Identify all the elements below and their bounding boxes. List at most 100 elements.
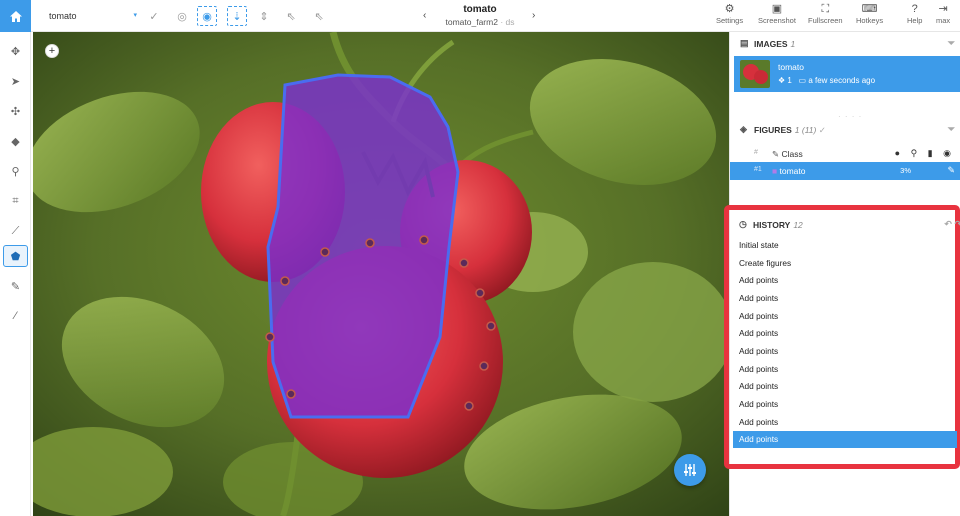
edit-icon[interactable]: ✎ xyxy=(947,165,955,176)
history-item[interactable]: Add points xyxy=(733,308,957,325)
checkmark-icon[interactable]: ✓ xyxy=(144,6,164,26)
help-button[interactable]: ? Help xyxy=(907,3,922,25)
fullscreen-button[interactable]: ⛶ Fullscreen xyxy=(808,3,843,25)
screenshot-button[interactable]: ▣ Screenshot xyxy=(758,3,796,25)
history-icon: ◷ xyxy=(739,219,747,229)
smart-tool-button[interactable]: ⁄ xyxy=(3,305,28,327)
history-item[interactable]: Create figures xyxy=(733,255,957,272)
calendar-icon: ▭ xyxy=(798,76,807,85)
polygon-class-icon: ■ xyxy=(772,166,778,176)
zoom-in-button[interactable]: + xyxy=(45,44,59,58)
images-count: 1 xyxy=(790,39,796,49)
logout-icon: ⇥ xyxy=(938,3,948,15)
history-count: 12 xyxy=(793,220,803,230)
history-item[interactable]: Add points xyxy=(733,414,957,431)
tomato-row-prefix: #1 xyxy=(754,166,762,173)
brush-tool-button[interactable]: ✎ xyxy=(3,275,28,297)
filter-icon[interactable]: ⏷ xyxy=(948,124,955,135)
cursor-icon[interactable]: ⇖ xyxy=(281,6,301,26)
sliders-icon xyxy=(684,464,696,476)
help-label: Help xyxy=(907,16,923,25)
history-item[interactable]: Add points xyxy=(733,361,957,378)
images-icon: ▤ xyxy=(740,38,749,48)
polygon-annotation[interactable] xyxy=(33,32,729,516)
settings-label: Settings xyxy=(716,16,744,25)
user-button[interactable]: ⇥ max xyxy=(936,3,950,25)
brush-icon: ✎ xyxy=(10,280,21,293)
user-label: max xyxy=(936,16,951,25)
eye-icon: ◉ xyxy=(202,10,212,23)
bbox-tool-button[interactable]: ⌗ xyxy=(3,190,28,212)
figure-tomato-row[interactable]: #1 ■ tomato 3% ✎ xyxy=(730,162,960,180)
image-list-item[interactable]: tomato ❖ 1 ▭ a few seconds ago xyxy=(734,56,960,92)
home-button[interactable] xyxy=(0,0,31,32)
point-tool-button[interactable]: ⇣ xyxy=(227,6,247,26)
hotkeys-button[interactable]: ⌨ Hotkeys xyxy=(856,3,883,25)
polyline-tool-button[interactable]: ⟋ xyxy=(3,220,28,242)
annotation-canvas[interactable]: + xyxy=(33,32,729,516)
move-icon: ✥ xyxy=(10,45,21,58)
history-item[interactable]: Add points xyxy=(733,290,957,307)
class-row-prefix: # xyxy=(754,149,758,156)
magic-wand-icon: ⁄ xyxy=(14,310,17,322)
polygon-icon: ⬟ xyxy=(10,250,21,263)
point-icon: ⇣ xyxy=(232,10,242,23)
tomato-area-value: 3% xyxy=(900,166,911,175)
home-icon xyxy=(9,10,22,22)
target-icon[interactable]: ◎ xyxy=(172,6,192,26)
tag-icon: ✎ xyxy=(772,149,780,159)
figures-count: 1 (11) xyxy=(794,125,817,135)
adjust-settings-button[interactable] xyxy=(674,454,706,486)
history-item[interactable]: Add points xyxy=(733,378,957,395)
select-tool-button[interactable]: ➤ xyxy=(3,70,28,92)
pointer-icon: ➤ xyxy=(10,75,21,88)
camera-icon: ▣ xyxy=(771,3,783,15)
screenshot-label: Screenshot xyxy=(758,16,796,25)
history-item[interactable]: Initial state xyxy=(733,237,957,254)
transform-tool-button[interactable]: ✣ xyxy=(3,100,28,122)
class-label: Class xyxy=(781,149,803,159)
history-item-selected[interactable]: Add points xyxy=(733,431,957,448)
history-title: HISTORY xyxy=(753,220,791,230)
gear-icon: ⚙ xyxy=(724,3,735,15)
figures-section-header: ◈ FIGURES 1 (11) ✓ ⏷ xyxy=(730,119,960,139)
image-subtitle: tomato_farm2 · ds xyxy=(410,16,550,28)
hotkeys-label: Hotkeys xyxy=(856,16,884,25)
history-item[interactable]: Add points xyxy=(733,325,957,342)
history-item[interactable]: Add points xyxy=(733,396,957,413)
eye-toggle-button[interactable]: ◉ xyxy=(197,6,217,26)
image-title-block: tomato tomato_farm2 · ds xyxy=(410,3,550,28)
history-highlight-frame: ◷ HISTORY 12 ↶ ↷ Initial state Create fig… xyxy=(724,205,960,469)
undo-redo-icon[interactable]: ↶ ↷ xyxy=(944,219,960,230)
keyboard-icon: ⌨ xyxy=(861,3,878,15)
history-item[interactable]: Add points xyxy=(733,343,957,360)
history-item[interactable]: Add points xyxy=(733,272,957,289)
figures-icon: ❖ xyxy=(778,76,786,85)
fullscreen-label: Fullscreen xyxy=(808,16,843,25)
class-select-value: tomato xyxy=(49,11,77,21)
check-icon: ✓ xyxy=(818,125,826,135)
row-actions[interactable]: ● ⚲ ▮ ◉ xyxy=(895,148,955,159)
dataset-name: tomato_farm2 xyxy=(445,17,498,27)
question-icon: ? xyxy=(911,3,918,15)
top-toolbar: tomato ▾ ✓ ◎ ◉ ⇣ ⇕ ⇖ ⇖ ‹ tomato tomato_f… xyxy=(0,0,960,32)
settings-button[interactable]: ⚙ Settings xyxy=(716,3,743,25)
left-toolbar: ✥ ➤ ✣ ◆ ⚲ ⌗ ⟋ ⬟ ✎ ⁄ xyxy=(0,32,31,516)
figure-class-row[interactable]: # ✎ Class ● ⚲ ▮ ◉ xyxy=(730,145,960,163)
filter-icon[interactable]: ⏷ xyxy=(948,38,955,49)
hand-icon[interactable]: ⇕ xyxy=(254,6,274,26)
eraser-tool-button[interactable]: ◆ xyxy=(3,130,28,152)
polygon-tool-button[interactable]: ⬟ xyxy=(3,245,28,267)
figures-title: FIGURES xyxy=(754,125,792,135)
arrows-icon: ✣ xyxy=(10,105,21,118)
next-image-button[interactable]: › xyxy=(532,10,535,21)
eraser-icon: ◆ xyxy=(11,135,20,148)
move-tool-button[interactable]: ✥ xyxy=(3,40,28,62)
subtitle-suffix: · ds xyxy=(497,17,515,27)
image-meta: ❖ 1 ▭ a few seconds ago xyxy=(778,76,875,85)
image-figure-count: 1 xyxy=(787,76,792,85)
class-select[interactable]: tomato ▾ xyxy=(49,8,137,24)
keypoint-tool-button[interactable]: ⚲ xyxy=(3,160,28,182)
polyline-icon: ⟋ xyxy=(11,224,20,237)
cursor-plus-icon[interactable]: ⇖ xyxy=(309,6,329,26)
